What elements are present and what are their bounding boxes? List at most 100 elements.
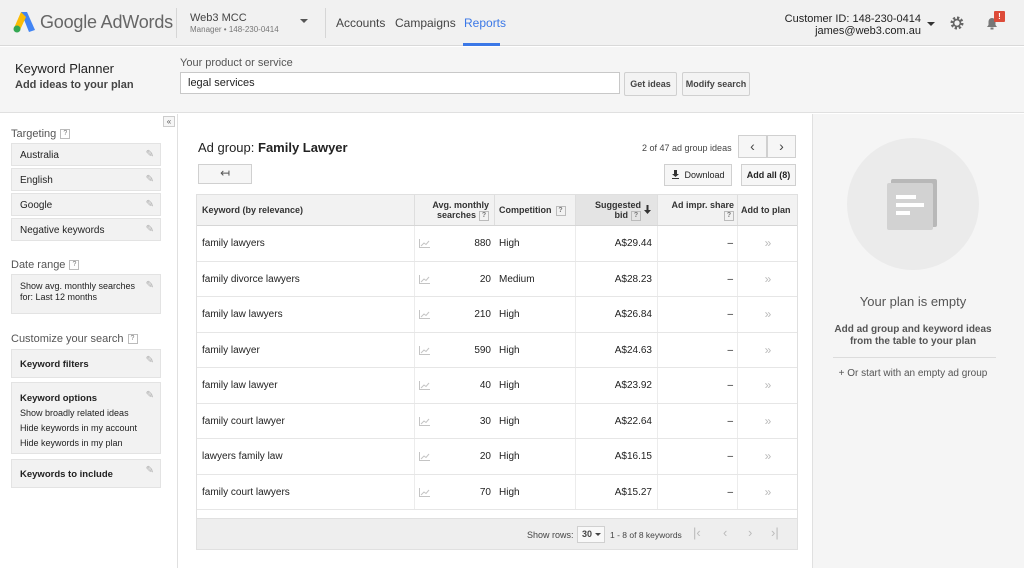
help-icon[interactable]: ? [69, 260, 80, 271]
pencil-icon[interactable]: ✎ [146, 224, 154, 235]
get-ideas-button[interactable]: Get ideas [624, 72, 677, 96]
pencil-icon[interactable]: ✎ [146, 174, 154, 185]
plan-empty-title: Your plan is empty [859, 294, 967, 309]
help-icon[interactable]: ? [479, 210, 489, 221]
nav-campaigns[interactable]: Campaigns [395, 16, 456, 30]
table-row: lawyers family law 20 High A$16.15 –» [197, 439, 797, 475]
logo-text[interactable]: Google AdWords [40, 12, 173, 33]
date-range-label: Date range? [11, 259, 80, 271]
add-to-plan-icon[interactable]: » [738, 404, 798, 439]
add-to-plan-icon[interactable]: » [738, 368, 798, 403]
customize-label: Customize your search? [11, 333, 138, 345]
column-suggested-bid[interactable]: Suggested bid? [576, 195, 657, 225]
pencil-icon[interactable]: ✎ [146, 388, 154, 403]
product-input[interactable] [180, 72, 620, 94]
plan-empty-subtitle: Add ad group and keyword ideas from the … [834, 324, 992, 347]
table-row: family court lawyers 70 High A$15.27 –» [197, 474, 798, 510]
column-divider [575, 439, 576, 474]
date-range-box[interactable]: Show avg. monthly searches for: Last 12 … [11, 274, 161, 314]
searches-cell: 20 [479, 451, 491, 462]
column-bid-text: Suggested bid? [595, 200, 641, 221]
nav-accounts[interactable]: Accounts [336, 16, 385, 30]
customer-email[interactable]: james@web3.com.au [815, 25, 921, 37]
pencil-icon[interactable]: ✎ [146, 199, 154, 210]
help-icon[interactable]: ? [631, 210, 641, 221]
pencil-icon[interactable]: ✎ [146, 355, 154, 366]
date-range-label-text: Date range [11, 259, 66, 271]
bid-cell: A$16.15 [614, 451, 652, 462]
add-to-plan-icon[interactable]: » [738, 475, 798, 510]
plan-illustration [847, 138, 979, 270]
previous-page-icon[interactable]: ‹ [723, 525, 727, 540]
column-divider [657, 368, 658, 403]
searches-cell: 20 [479, 273, 491, 285]
add-to-plan-icon[interactable]: » [738, 226, 798, 261]
column-divider [575, 261, 576, 296]
ideas-count: 2 of 47 ad group ideas [642, 143, 732, 153]
help-icon[interactable]: ? [127, 334, 138, 345]
targeting-negative-keywords[interactable]: Negative keywords ✎ [11, 218, 161, 241]
targeting-location[interactable]: Australia ✎ [11, 143, 161, 166]
column-divider [414, 297, 415, 332]
download-icon [672, 170, 680, 179]
add-to-plan-icon[interactable]: » [738, 297, 798, 332]
bid-cell: A$29.44 [614, 238, 652, 249]
column-divider [737, 195, 738, 225]
impr-share-cell: – [727, 380, 733, 391]
rows-range: 1 - 8 of 8 keywords [610, 530, 682, 540]
adwords-logo-icon[interactable] [12, 11, 36, 33]
download-button[interactable]: Download [664, 164, 732, 186]
bid-cell: A$26.84 [614, 309, 652, 320]
gear-icon[interactable] [949, 15, 965, 31]
add-to-plan-icon[interactable]: » [738, 333, 798, 368]
show-rows-value: 30 [582, 529, 593, 539]
targeting-network[interactable]: Google ✎ [11, 193, 161, 216]
empty-ad-group-link[interactable]: + Or start with an empty ad group [813, 368, 1013, 379]
targeting-language[interactable]: English ✎ [11, 168, 161, 191]
column-divider [657, 474, 658, 509]
keyword-filters-box[interactable]: Keyword filters ✎ [11, 349, 161, 378]
document-icon [887, 179, 937, 230]
help-icon[interactable]: ? [555, 205, 566, 216]
adgroup-title: Ad group: Family Lawyer [198, 140, 348, 155]
date-range-value: Show avg. monthly searches for: Last 12 … [20, 281, 136, 302]
back-button[interactable]: ↤ [198, 164, 252, 184]
pencil-icon[interactable]: ✎ [146, 149, 154, 160]
sort-down-icon[interactable] [644, 205, 651, 214]
account-name[interactable]: Web3 MCC [190, 12, 247, 24]
account-caret-icon[interactable] [300, 19, 308, 23]
account-menu-caret-icon[interactable] [927, 22, 935, 26]
column-keyword[interactable]: Keyword (by relevance) [202, 195, 303, 226]
pencil-icon[interactable]: ✎ [146, 280, 154, 291]
chevron-left-icon: ‹ [750, 138, 755, 154]
keyword-cell: family court lawyers [202, 486, 290, 498]
next-page-icon[interactable]: › [748, 525, 752, 540]
previous-adgroup-button[interactable]: ‹ [738, 135, 767, 158]
show-rows-select[interactable]: 30 [577, 526, 605, 543]
table-row: family divorce lawyers 20 Medium A$28.23 –» [197, 261, 798, 297]
nav-active-indicator [463, 43, 500, 46]
impr-share-cell: – [727, 415, 733, 427]
searches-cell: 880 [474, 238, 491, 249]
help-icon[interactable]: ? [60, 129, 71, 140]
nav-reports[interactable]: Reports [464, 16, 506, 30]
help-icon[interactable]: ? [724, 210, 734, 221]
next-adgroup-button[interactable]: › [767, 135, 796, 158]
keyword-options-box[interactable]: Keyword options Show broadly related ide… [11, 382, 161, 454]
first-page-icon[interactable]: |‹ [693, 525, 701, 540]
last-page-icon[interactable]: ›| [771, 525, 779, 540]
add-all-button[interactable]: Add all (8) [741, 164, 796, 186]
keywords-to-include-box[interactable]: Keywords to include ✎ [11, 459, 161, 488]
column-divider [657, 439, 658, 474]
keyword-cell: family lawyers [202, 238, 265, 249]
competition-cell: Medium [499, 273, 535, 285]
pencil-icon[interactable]: ✎ [146, 465, 154, 476]
add-to-plan-icon[interactable]: » [738, 439, 798, 474]
notification-badge[interactable]: ! [994, 11, 1005, 22]
modify-search-button[interactable]: Modify search [682, 72, 750, 96]
add-to-plan-icon[interactable]: » [738, 262, 798, 297]
keywords-to-include-label: Keywords to include [20, 469, 113, 480]
column-competition[interactable]: Competition? [499, 195, 566, 226]
searches-cell: 590 [474, 344, 491, 356]
collapse-panel-button[interactable]: « [163, 116, 175, 127]
